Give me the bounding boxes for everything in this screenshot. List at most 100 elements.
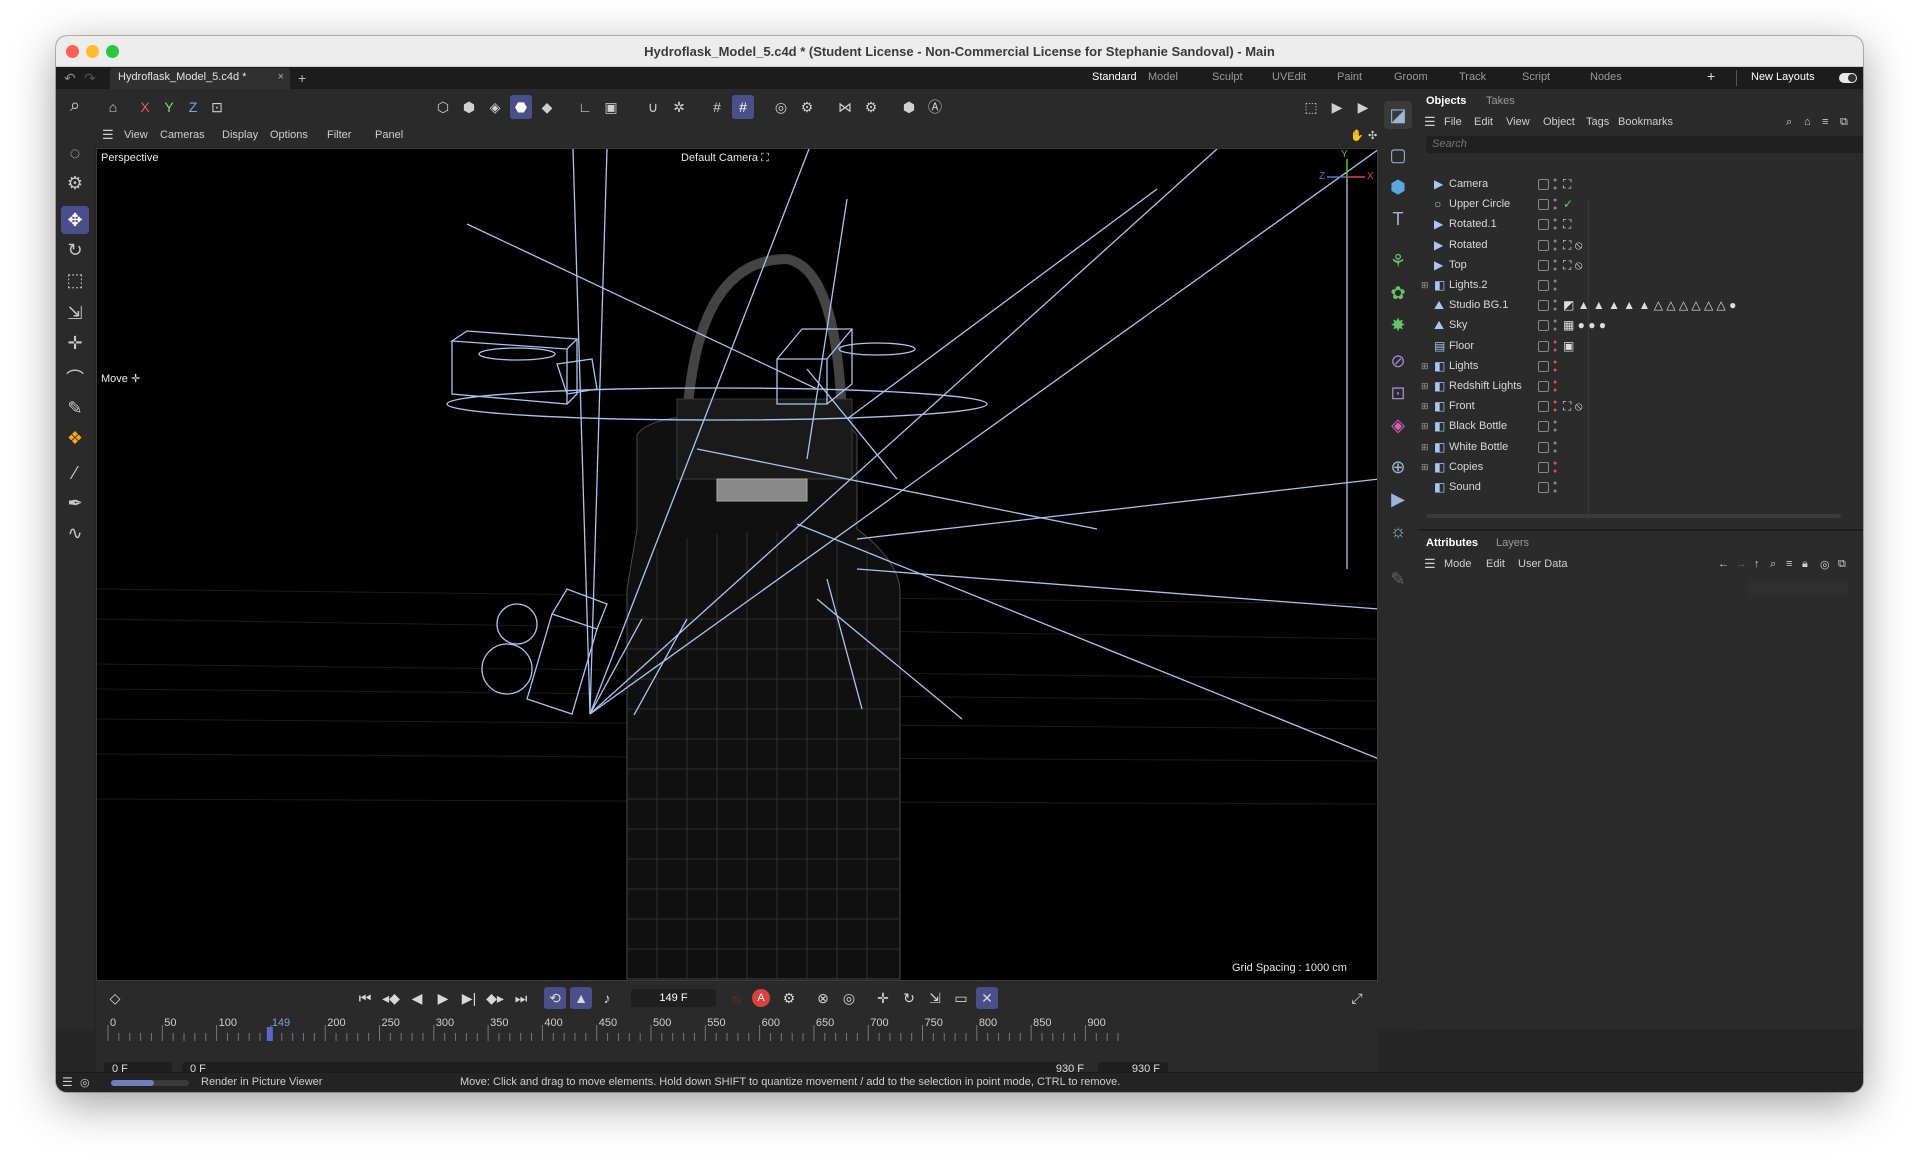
redshift-render-icon[interactable]: Ⓐ [924, 95, 946, 119]
keyframe-icon[interactable]: ◇ [104, 987, 126, 1009]
text-object-icon[interactable]: T [1384, 205, 1412, 233]
pen-disabled-icon[interactable]: ✎ [1384, 565, 1412, 593]
next-key-icon[interactable]: ◆▸ [484, 987, 506, 1009]
object-tags[interactable]: ▣ [1563, 339, 1574, 353]
axis-tool-icon[interactable]: ✛ [61, 329, 89, 357]
editor-render-dots[interactable]: ● ● [1553, 318, 1559, 334]
visibility-checkbox[interactable] [1538, 381, 1549, 392]
layout-tab-groom[interactable]: Groom [1394, 71, 1428, 83]
object-row[interactable]: ⛰ Sky ● ● ▦ ● ● ● [1418, 316, 1863, 336]
object-row[interactable]: ⊞ ◧ Lights ● ● [1418, 357, 1863, 377]
field-icon[interactable]: ⊡ [1384, 379, 1412, 407]
viewport-menu-panel[interactable]: Panel [375, 129, 403, 141]
point-level-icon[interactable]: ✕ [976, 987, 998, 1009]
settings-circle-icon[interactable]: ◎ [1820, 558, 1830, 571]
redshift-icon[interactable]: ⬢ [898, 95, 920, 119]
y-axis-lock-button[interactable]: Y [158, 95, 180, 119]
visibility-checkbox[interactable] [1538, 219, 1549, 231]
attributes-field[interactable] [1748, 581, 1848, 595]
polygons-mode-icon[interactable]: ⬣ [510, 95, 532, 119]
editor-render-dots[interactable]: ● ● [1553, 217, 1559, 233]
redo-icon[interactable]: ↷ [84, 70, 96, 87]
visibility-checkbox[interactable] [1538, 360, 1549, 372]
cube-icon[interactable]: ⬢ [1384, 173, 1412, 201]
object-row[interactable]: ▤ Floor ● ● ▣ [1418, 337, 1863, 357]
new-tab-icon[interactable]: + [298, 70, 306, 86]
pan-hand-icon[interactable]: ✋ [1350, 129, 1364, 142]
camera-object-icon[interactable]: ▶ [1384, 485, 1412, 513]
previous-key-icon[interactable]: ◂◆ [380, 987, 402, 1009]
visibility-checkbox[interactable] [1538, 421, 1549, 433]
viewport-menu-filter[interactable]: Filter [327, 129, 351, 141]
render-view-icon[interactable]: ◎ [770, 95, 792, 119]
render-settings-icon[interactable]: ⚙ [796, 95, 818, 119]
editor-render-dots[interactable]: ● ● [1553, 359, 1559, 375]
coordinate-system-icon[interactable]: ⊡ [206, 95, 228, 119]
snap-magnet-icon[interactable]: ∪ [642, 95, 664, 119]
playhead[interactable] [266, 1027, 273, 1041]
visibility-checkbox[interactable] [1538, 482, 1549, 493]
visibility-checkbox[interactable] [1538, 280, 1549, 291]
add-layout-icon[interactable]: + [1707, 68, 1715, 84]
layout-tab-track[interactable]: Track [1459, 71, 1486, 83]
object-row[interactable]: ⊞ ◧ Redshift Lights ● ● [1418, 377, 1863, 397]
symmetry-icon[interactable]: ⋈ [834, 95, 856, 119]
objects-search-input[interactable]: Search [1426, 136, 1863, 153]
editor-render-dots[interactable]: ● ● [1553, 298, 1559, 314]
visibility-checkbox[interactable] [1538, 259, 1549, 271]
mograph-cloner-icon[interactable]: ✿ [1384, 279, 1412, 307]
sound-icon[interactable]: ♪ [596, 987, 618, 1009]
live-selection-icon[interactable]: ◌ [61, 139, 89, 167]
generator-icon[interactable]: ⚘ [1384, 247, 1412, 275]
up-arrow-icon[interactable]: ↑ [1754, 558, 1760, 570]
timeline-expand-icon[interactable]: ⤢ [1346, 987, 1368, 1009]
viewport-menu-cameras[interactable]: Cameras [160, 129, 205, 141]
visibility-checkbox[interactable] [1538, 461, 1549, 473]
grid-snap-icon[interactable]: # [732, 95, 754, 119]
layout-tab-sculpt[interactable]: Sculpt [1212, 71, 1243, 83]
object-tags[interactable]: ▦ ● ● ● [1563, 318, 1606, 332]
objects-menu-bookmarks[interactable]: Bookmarks [1618, 116, 1673, 128]
filter-icon[interactable]: ≡ [1822, 116, 1828, 128]
symmetry-settings-icon[interactable]: ⚙ [860, 95, 882, 119]
attributes-new-window-icon[interactable]: ⧉ [1838, 558, 1846, 571]
undo-history-icon[interactable]: ⌂ [102, 95, 124, 119]
snap-curve-icon[interactable]: ⌒ [61, 365, 89, 393]
object-row[interactable]: ⊞ ◧ Black Bottle ● ● [1418, 417, 1863, 437]
tab-attributes[interactable]: Attributes [1426, 537, 1478, 549]
position-key-icon[interactable]: ✛ [872, 987, 894, 1009]
3d-viewport[interactable]: Perspective Default Camera ⛶ Move ✛ Y Z … [96, 148, 1378, 981]
attributes-filter-icon[interactable]: ≡ [1786, 558, 1792, 570]
objects-menu-file[interactable]: File [1444, 116, 1462, 128]
new-layouts-toggle[interactable] [1839, 73, 1857, 83]
viewport-camera-label[interactable]: Default Camera ⛶ [681, 152, 769, 165]
uv-mode-icon[interactable]: ◆ [536, 95, 558, 119]
rotation-key-icon[interactable]: ↻ [898, 987, 920, 1009]
undo-icon[interactable]: ↶ [64, 70, 76, 87]
move-tool-icon[interactable]: ✥ [61, 206, 89, 234]
rotate-tool-icon[interactable]: ↻ [61, 236, 89, 264]
model-mode-icon[interactable]: ⬡ [432, 95, 454, 119]
editor-render-dots[interactable]: ● ● [1553, 379, 1559, 395]
go-to-end-icon[interactable]: ⏭ [510, 987, 532, 1009]
object-row[interactable]: ⊞ ◧ Lights.2 ● ● [1418, 276, 1863, 296]
previous-frame-icon[interactable]: ◀ [406, 987, 428, 1009]
pen-tool-icon[interactable]: ✒ [61, 489, 89, 517]
auto-range-icon[interactable]: ▲ [570, 987, 592, 1009]
object-row[interactable]: ▶ Rotated ● ● ⛶ ⦸ [1418, 236, 1863, 256]
viewport-menu-display[interactable]: Display [222, 129, 258, 141]
move-view-icon[interactable]: ✣ [1368, 129, 1377, 142]
points-mode-icon[interactable]: ⬢ [458, 95, 480, 119]
editor-render-dots[interactable]: ● ● [1553, 258, 1559, 274]
tab-layers[interactable]: Layers [1496, 537, 1529, 549]
document-tab[interactable]: Hydroflask_Model_5.c4d * × [110, 68, 290, 89]
render-active-view-icon[interactable]: ▶ [1326, 95, 1348, 119]
expand-toggle-icon[interactable]: ⊞ [1421, 442, 1431, 453]
expand-toggle-icon[interactable]: ⊞ [1421, 462, 1431, 473]
editor-render-dots[interactable]: ● ● [1553, 238, 1559, 254]
record-icon[interactable]: ⦸ [726, 987, 748, 1009]
key-settings-icon[interactable]: ⚙ [778, 987, 800, 1009]
object-row[interactable]: ▶ Top ● ● ⛶ ⦸ [1418, 256, 1863, 276]
snap-settings-icon[interactable]: ✲ [668, 95, 690, 119]
attributes-menu-edit[interactable]: Edit [1486, 558, 1505, 570]
